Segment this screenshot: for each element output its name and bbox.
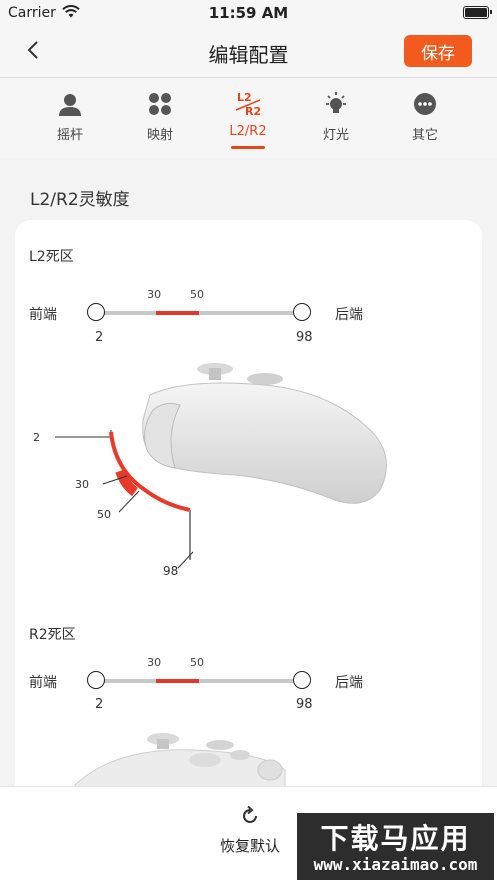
slider-track — [96, 679, 302, 683]
r2-max-value: 98 — [296, 697, 313, 712]
diagram-value-30: 30 — [75, 478, 89, 491]
slider-range-fill — [156, 311, 199, 315]
tab-label: 映射 — [146, 128, 173, 143]
status-bar: Carrier 11:59 AM — [0, 0, 497, 26]
slider-handle-right[interactable] — [293, 671, 311, 689]
tab-label: 灯光 — [322, 128, 349, 143]
slider-handle-left[interactable] — [87, 303, 105, 321]
slider-track — [96, 311, 302, 315]
diagram-value-50: 50 — [97, 508, 111, 521]
tab-label: 摇杆 — [56, 128, 83, 143]
dots-grid-icon — [149, 93, 171, 115]
trigger-icon-r2: R2 — [245, 105, 261, 118]
restore-default-button[interactable]: 恢复默认 — [205, 805, 295, 861]
watermark-url: www.xiazaimao.com — [313, 855, 478, 874]
r2-min-value: 2 — [95, 697, 104, 712]
tab-l2r2[interactable]: L2 R2 L2/R2 — [213, 88, 283, 152]
clock: 11:59 AM — [208, 4, 289, 22]
tab-joystick[interactable]: 摇杆 — [35, 88, 105, 152]
more-icon — [414, 93, 436, 115]
tab-label: 其它 — [411, 128, 438, 143]
high-marker: 50 — [190, 288, 204, 301]
settings-card: L2死区 前端 后端 30 50 2 98 2 30 50 98 R2死区 前端… — [15, 220, 482, 840]
tab-mapping[interactable]: 映射 — [125, 88, 195, 152]
save-button[interactable]: 保存 — [404, 35, 472, 67]
tab-other[interactable]: 其它 — [390, 88, 460, 152]
refresh-icon — [243, 805, 257, 823]
nav-bar: 编辑配置 保存 — [0, 26, 497, 78]
trigger-icon-l2: L2 — [237, 91, 252, 104]
l2-min-value: 2 — [95, 330, 104, 345]
l2-front-label: 前端 — [29, 307, 57, 323]
l2-deadzone-slider[interactable]: 30 50 — [87, 288, 311, 328]
restore-default-label: 恢复默认 — [219, 837, 280, 855]
slider-handle-right[interactable] — [293, 303, 311, 321]
r2-back-label: 后端 — [335, 675, 363, 691]
battery-icon — [463, 6, 492, 19]
l2-title: L2死区 — [29, 249, 74, 265]
slider-handle-left[interactable] — [87, 671, 105, 689]
slider-range-fill — [156, 679, 199, 683]
trigger-icon: L2 R2 — [235, 91, 261, 118]
person-icon — [59, 94, 81, 116]
l2-max-value: 98 — [296, 330, 313, 345]
tab-bar: 摇杆 映射 L2 R2 L2/R2 灯光 其它 — [0, 78, 497, 158]
diagram-value-98: 98 — [163, 564, 178, 578]
watermark-logo: 下载马应用 www.xiazaimao.com — [297, 813, 494, 880]
watermark-title: 下载马应用 — [320, 822, 471, 855]
r2-front-label: 前端 — [29, 675, 57, 691]
controller-illustration: 2 30 50 98 — [33, 363, 387, 578]
r2-title: R2死区 — [29, 627, 76, 643]
low-marker: 30 — [147, 288, 162, 301]
tab-label: L2/R2 — [229, 124, 267, 139]
light-bulb-icon — [326, 92, 346, 113]
active-tab-indicator — [231, 146, 265, 149]
section-title: L2/R2灵敏度 — [30, 190, 130, 210]
high-marker: 50 — [190, 656, 204, 669]
tab-light[interactable]: 灯光 — [301, 88, 371, 152]
l2-back-label: 后端 — [335, 307, 363, 323]
low-marker: 30 — [147, 656, 162, 669]
r2-deadzone-slider[interactable]: 30 50 — [87, 656, 311, 696]
diagram-value-2: 2 — [33, 431, 40, 444]
